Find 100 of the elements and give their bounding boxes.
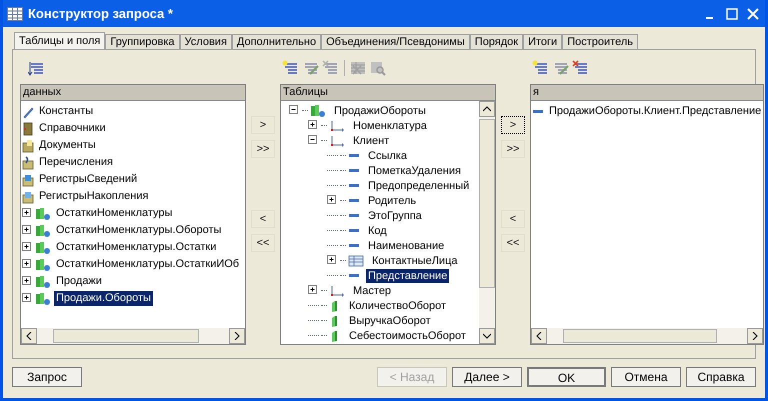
expand-icon[interactable] — [327, 195, 338, 206]
add-list-icon[interactable] — [282, 60, 300, 76]
tab[interactable]: Объединения/Псевдонимы — [321, 34, 470, 49]
column-header: я — [531, 85, 764, 101]
expand-icon[interactable] — [22, 225, 33, 236]
list-item[interactable]: Документы — [37, 138, 98, 153]
field-icon — [349, 199, 359, 202]
expand-icon[interactable] — [22, 276, 33, 287]
list-item[interactable]: Продажи — [54, 274, 104, 289]
register-icon — [35, 258, 51, 272]
expand-icon[interactable] — [22, 259, 33, 270]
maximize-icon[interactable] — [724, 6, 740, 22]
tree-item[interactable]: КоличествоОборот — [347, 298, 448, 312]
list-item[interactable]: Справочники — [37, 121, 108, 136]
list-item[interactable]: РегистрыНакопления — [37, 189, 150, 204]
tab[interactable]: Группировка — [105, 34, 180, 49]
register-icon — [35, 206, 51, 220]
list-item[interactable]: Константы — [37, 104, 96, 119]
tree-item[interactable]: Клиент — [351, 134, 392, 148]
dialog-button[interactable]: Далее > — [452, 367, 522, 387]
column-header: Таблицы — [281, 85, 495, 101]
tree-item[interactable]: ПродажиОбороты — [332, 104, 428, 118]
axes-icon — [329, 284, 345, 298]
list-item[interactable]: ОстаткиНоменклатуры.ОстаткиИОб — [54, 257, 242, 272]
tree-item[interactable]: ПометкаУдаления — [366, 164, 463, 178]
tab[interactable]: Условия — [180, 34, 232, 49]
tree-item[interactable]: Предопределенный — [366, 178, 472, 192]
tree-item[interactable]: ЭтоГруппа — [366, 208, 424, 222]
add-list-icon[interactable] — [532, 60, 550, 76]
list-item[interactable]: ОстаткиНоменклатуры.Остатки — [54, 240, 218, 255]
expand-icon[interactable] — [22, 208, 33, 219]
tree-item[interactable]: КонтактныеЛица — [370, 254, 460, 268]
list-item[interactable]: Перечисления — [37, 155, 115, 170]
tree-item[interactable]: Мастер — [351, 284, 394, 298]
tab[interactable]: Таблицы и поля — [14, 32, 106, 49]
move-button[interactable]: >> — [251, 140, 275, 158]
tab[interactable]: Построитель — [562, 34, 638, 49]
dialog-button[interactable]: Запрос — [12, 367, 82, 387]
column-header: данных — [21, 85, 245, 101]
move-button[interactable]: > — [501, 116, 525, 134]
move-button[interactable]: < — [501, 210, 525, 228]
table-icon — [348, 254, 364, 268]
expand-icon[interactable] — [308, 120, 319, 131]
tree-item[interactable]: ВыручкаОборот — [347, 314, 433, 328]
field-icon — [349, 184, 359, 187]
field-icon — [349, 274, 359, 277]
register-icon — [35, 292, 51, 306]
horizontal-scrollbar[interactable] — [531, 328, 764, 344]
expand-icon[interactable] — [308, 285, 319, 296]
field-icon — [533, 110, 543, 113]
dialog-button[interactable]: Отмена — [611, 367, 681, 387]
field-icon — [349, 214, 359, 217]
axes-icon — [329, 134, 345, 148]
register-folder-icon — [22, 172, 34, 186]
move-button[interactable]: < — [251, 210, 275, 228]
move-button[interactable]: > — [251, 116, 275, 134]
tree-item[interactable]: Ссылка — [366, 148, 409, 162]
move-button[interactable]: >> — [501, 140, 525, 158]
list-item[interactable]: ОстаткиНоменклатуры.Обороты — [54, 223, 224, 238]
tree-item[interactable]: Наименование — [366, 238, 446, 252]
dialog-button[interactable]: OK — [527, 367, 606, 387]
field-icon — [349, 244, 359, 247]
field-icon — [349, 229, 359, 232]
delete-list-icon[interactable] — [572, 60, 590, 76]
book-icon — [22, 122, 34, 136]
table-icon — [7, 6, 23, 20]
bracket-folder-icon — [22, 156, 34, 170]
axes-icon — [329, 118, 345, 132]
tree-item[interactable]: Код — [366, 224, 389, 238]
close-icon[interactable] — [745, 6, 761, 22]
register-icon — [35, 224, 51, 238]
register-icon — [35, 274, 51, 288]
horizontal-scrollbar[interactable] — [21, 328, 245, 344]
tab[interactable]: Порядок — [470, 34, 524, 49]
tree-item[interactable]: Номенклатура — [351, 118, 429, 132]
list-item[interactable]: ПродажиОбороты.Клиент.Представление — [547, 104, 764, 119]
field-icon — [349, 169, 359, 172]
register-folder-icon — [22, 190, 34, 204]
expand-icon[interactable] — [22, 242, 33, 253]
tab[interactable]: Дополнительно — [232, 34, 322, 49]
field-icon — [349, 154, 359, 157]
window-title: Конструктор запроса * — [28, 4, 174, 23]
move-button[interactable]: << — [501, 234, 525, 252]
register-icon — [310, 104, 326, 118]
list-item[interactable]: РегистрыСведений — [37, 172, 140, 187]
expand-icon[interactable] — [327, 255, 338, 266]
collapse-icon[interactable] — [308, 135, 319, 146]
list-item[interactable]: Продажи.Обороты — [54, 291, 153, 306]
vertical-scrollbar[interactable] — [479, 101, 495, 344]
tab[interactable]: Итоги — [523, 34, 562, 49]
tree-item[interactable]: Родитель — [366, 194, 418, 208]
sort-down-icon[interactable] — [28, 60, 46, 76]
expand-icon[interactable] — [22, 293, 33, 304]
register-icon — [35, 240, 51, 254]
tree-item[interactable]: СебестоимостьОборот — [347, 328, 468, 342]
dialog-button[interactable]: Справка — [686, 367, 756, 387]
tree-item[interactable]: Представление — [366, 268, 450, 282]
list-item[interactable]: ОстаткиНоменклатуры — [54, 206, 174, 221]
move-button[interactable]: << — [251, 234, 275, 252]
collapse-icon[interactable] — [289, 105, 300, 116]
